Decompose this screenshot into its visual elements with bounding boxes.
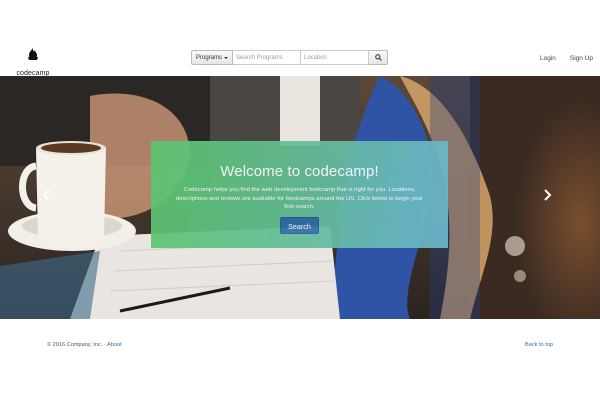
back-to-top-link[interactable]: Back to top (525, 342, 553, 348)
login-link[interactable]: Login (540, 55, 556, 62)
search-icon (374, 54, 382, 61)
carousel-next-button[interactable] (541, 188, 553, 202)
chevron-right-icon (543, 189, 551, 201)
navbar: codecamp Programs Search Programs Locati… (0, 0, 600, 77)
search-placeholder: Search Programs (236, 54, 283, 61)
carousel-prev-button[interactable] (40, 188, 52, 202)
search-bar: Programs Search Programs Location (191, 50, 388, 65)
about-link[interactable]: About (107, 342, 122, 348)
search-input[interactable]: Search Programs (233, 50, 301, 65)
hero-search-button[interactable]: Search (280, 216, 319, 234)
flame-logo-icon (28, 48, 38, 60)
footer-copyright-block: © 2016 Company, Inc. · About (47, 342, 122, 348)
programs-label: Programs (195, 54, 222, 61)
welcome-panel: Welcome to codecamp! Codecamp helps you … (151, 141, 448, 248)
chevron-left-icon (42, 189, 50, 201)
copyright-text: © 2016 Company, Inc. · (47, 342, 106, 348)
welcome-description: Codecamp helps you find the web developm… (176, 187, 423, 211)
footer: © 2016 Company, Inc. · About Back to top (0, 320, 600, 400)
welcome-title: Welcome to codecamp! (220, 163, 379, 180)
location-placeholder: Location (304, 54, 327, 61)
search-button[interactable] (369, 50, 388, 65)
signup-link[interactable]: Sign Up (570, 55, 593, 62)
caret-down-icon (224, 56, 228, 59)
auth-links: Login Sign Up (540, 55, 593, 62)
location-input[interactable]: Location (301, 50, 369, 65)
programs-dropdown[interactable]: Programs (191, 50, 233, 65)
